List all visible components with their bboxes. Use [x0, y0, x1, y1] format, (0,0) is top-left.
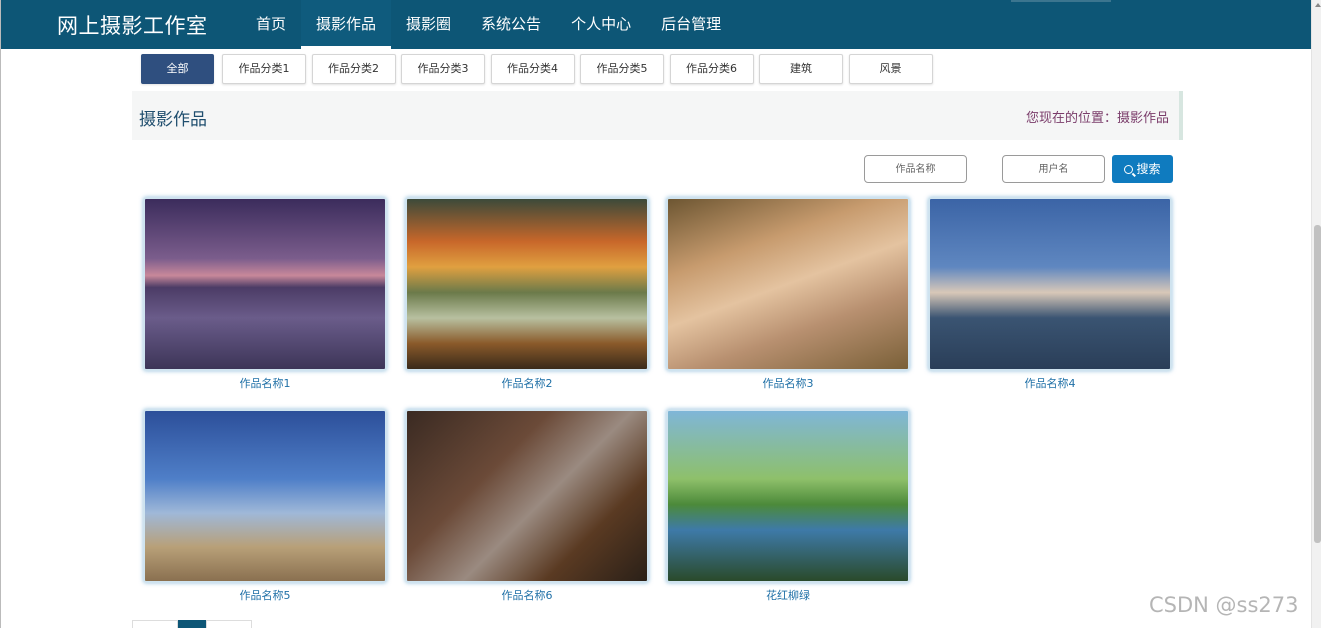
- category-6[interactable]: 作品分类6: [669, 54, 754, 84]
- site-brand[interactable]: 网上摄影工作室: [57, 10, 208, 40]
- nav-announcements[interactable]: 系统公告: [466, 0, 556, 49]
- work-card-image-3[interactable]: [666, 197, 910, 371]
- work-card-title-3[interactable]: 作品名称3: [666, 375, 910, 391]
- csdn-watermark: CSDN @ss273: [1149, 593, 1299, 617]
- work-card-title-2[interactable]: 作品名称2: [405, 375, 649, 391]
- top-faded-strip: [1011, 0, 1111, 2]
- work-card-image-2[interactable]: [405, 197, 649, 371]
- work-card-title-4[interactable]: 作品名称4: [928, 375, 1172, 391]
- pagination-current[interactable]: [178, 620, 206, 628]
- category-2[interactable]: 作品分类2: [311, 54, 396, 84]
- work-card-title-5[interactable]: 作品名称5: [143, 587, 387, 603]
- work-card-title-6[interactable]: 作品名称6: [405, 587, 649, 603]
- pagination-next[interactable]: [206, 620, 252, 628]
- work-card-image-7[interactable]: [666, 409, 910, 583]
- category-3[interactable]: 作品分类3: [401, 54, 485, 84]
- category-scenery[interactable]: 风景: [848, 54, 933, 84]
- pagination: [132, 620, 252, 628]
- category-5[interactable]: 作品分类5: [580, 54, 664, 84]
- vertical-scrollbar[interactable]: [1311, 0, 1321, 628]
- category-1[interactable]: 作品分类1: [222, 54, 306, 84]
- scroll-thumb[interactable]: [1314, 225, 1321, 543]
- nav-works[interactable]: 摄影作品: [301, 0, 392, 49]
- scroll-up-arrow-icon[interactable]: [1315, 3, 1321, 7]
- category-all[interactable]: 全部: [141, 54, 214, 84]
- work-card-image-4[interactable]: [928, 197, 1172, 371]
- search-button-label: 搜索: [1136, 162, 1161, 176]
- browser-viewport: 网上摄影工作室 首页 摄影作品 摄影圈 系统公告 个人中心 后台管理 全部 作品…: [0, 0, 1321, 628]
- category-architecture[interactable]: 建筑: [759, 54, 843, 84]
- category-tabs: 全部 作品分类1 作品分类2 作品分类3 作品分类4 作品分类5 作品分类6 建…: [141, 54, 938, 84]
- work-card-image-5[interactable]: [143, 409, 387, 583]
- section-header: 摄影作品 您现在的位置：摄影作品: [132, 91, 1183, 140]
- nav-circle[interactable]: 摄影圈: [391, 0, 466, 49]
- work-name-input[interactable]: [864, 155, 967, 183]
- nav-personal-center[interactable]: 个人中心: [556, 0, 646, 49]
- search-icon: [1124, 165, 1134, 174]
- search-button[interactable]: 搜索: [1112, 155, 1173, 183]
- work-card-title-7[interactable]: 花红柳绿: [666, 587, 910, 603]
- top-navigation-bar: 网上摄影工作室 首页 摄影作品 摄影圈 系统公告 个人中心 后台管理: [1, 0, 1311, 49]
- work-card-image-1[interactable]: [143, 197, 387, 371]
- nav-admin[interactable]: 后台管理: [646, 0, 736, 49]
- page-title: 摄影作品: [139, 110, 207, 130]
- pagination-prev[interactable]: [132, 620, 178, 628]
- nav-home[interactable]: 首页: [241, 0, 301, 49]
- main-nav: 首页 摄影作品 摄影圈 系统公告 个人中心 后台管理: [241, 0, 736, 49]
- category-4[interactable]: 作品分类4: [490, 54, 575, 84]
- work-card-image-6[interactable]: [405, 409, 649, 583]
- breadcrumb: 您现在的位置：摄影作品: [1025, 111, 1169, 126]
- work-card-title-1[interactable]: 作品名称1: [143, 375, 387, 391]
- username-input[interactable]: [1002, 155, 1105, 183]
